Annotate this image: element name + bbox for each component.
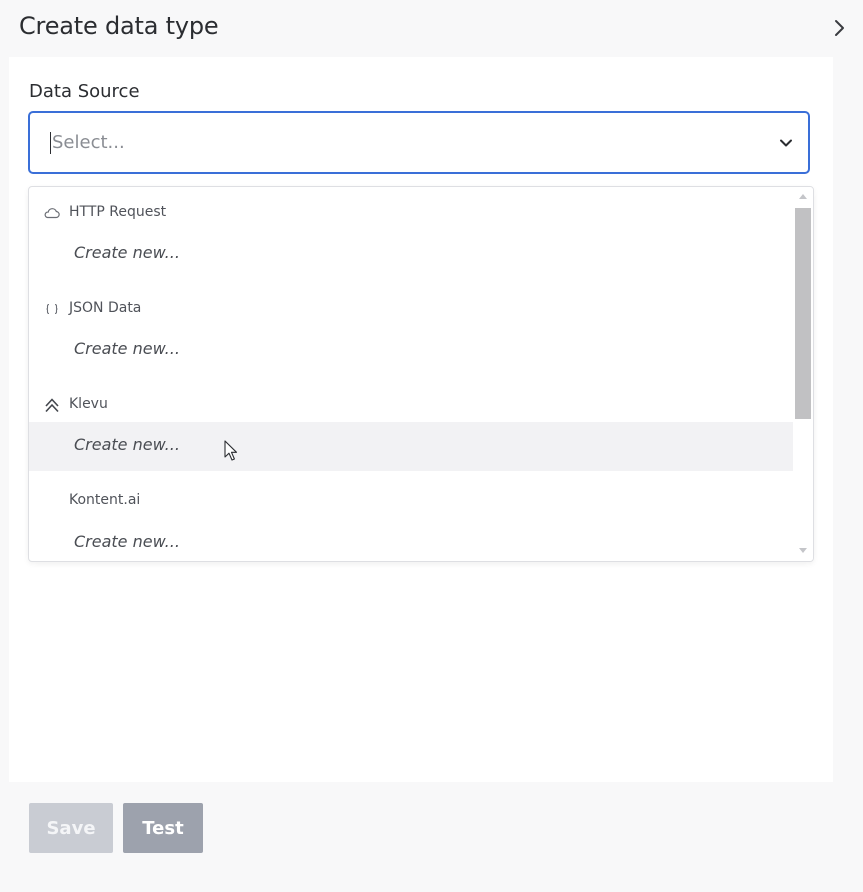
group-label: JSON Data (69, 300, 142, 316)
option-create-new-kontent-ai[interactable]: Create new... (29, 519, 793, 561)
data-source-dropdown: HTTP Request Create new... JSON Data Cre… (28, 186, 814, 562)
group-label: Kontent.ai (69, 492, 141, 508)
option-label: Create new... (74, 243, 180, 262)
save-button[interactable]: Save (29, 803, 113, 853)
option-label: Create new... (74, 339, 180, 358)
test-button[interactable]: Test (123, 803, 203, 853)
select-placeholder: Select... (52, 132, 125, 153)
option-label: Create new... (74, 532, 180, 551)
form-panel: Data Source Select... HTTP Request Creat… (9, 57, 833, 782)
group-label: Klevu (69, 396, 108, 412)
option-create-new-http-request[interactable]: Create new... (29, 230, 793, 279)
page-title: Create data type (19, 12, 219, 40)
option-create-new-json-data[interactable]: Create new... (29, 326, 793, 375)
group-header-http-request: HTTP Request (29, 198, 793, 228)
dropdown-scrollbar[interactable] (793, 187, 813, 561)
panel-header: Create data type (0, 0, 863, 56)
option-create-new-klevu[interactable]: Create new... (29, 422, 793, 471)
group-header-klevu: Klevu (29, 390, 793, 420)
group-header-kontent-ai: Kontent.ai (29, 486, 793, 516)
braces-icon (46, 303, 58, 315)
scrollbar-thumb[interactable] (795, 208, 811, 419)
group-label: HTTP Request (69, 204, 167, 220)
scroll-down-arrow-icon[interactable] (799, 548, 807, 553)
collapse-panel-button[interactable] (829, 16, 851, 40)
klevu-logo-icon (45, 398, 59, 413)
cloud-icon (44, 208, 60, 219)
data-source-select[interactable]: Select... (28, 111, 810, 174)
scroll-up-arrow-icon[interactable] (799, 194, 807, 199)
dropdown-list: HTTP Request Create new... JSON Data Cre… (29, 187, 793, 561)
chevron-right-icon (835, 20, 844, 36)
data-source-label: Data Source (29, 81, 140, 102)
option-label: Create new... (74, 435, 180, 454)
text-caret (50, 132, 51, 154)
chevron-down-icon[interactable] (776, 133, 796, 153)
group-header-json-data: JSON Data (29, 294, 793, 324)
